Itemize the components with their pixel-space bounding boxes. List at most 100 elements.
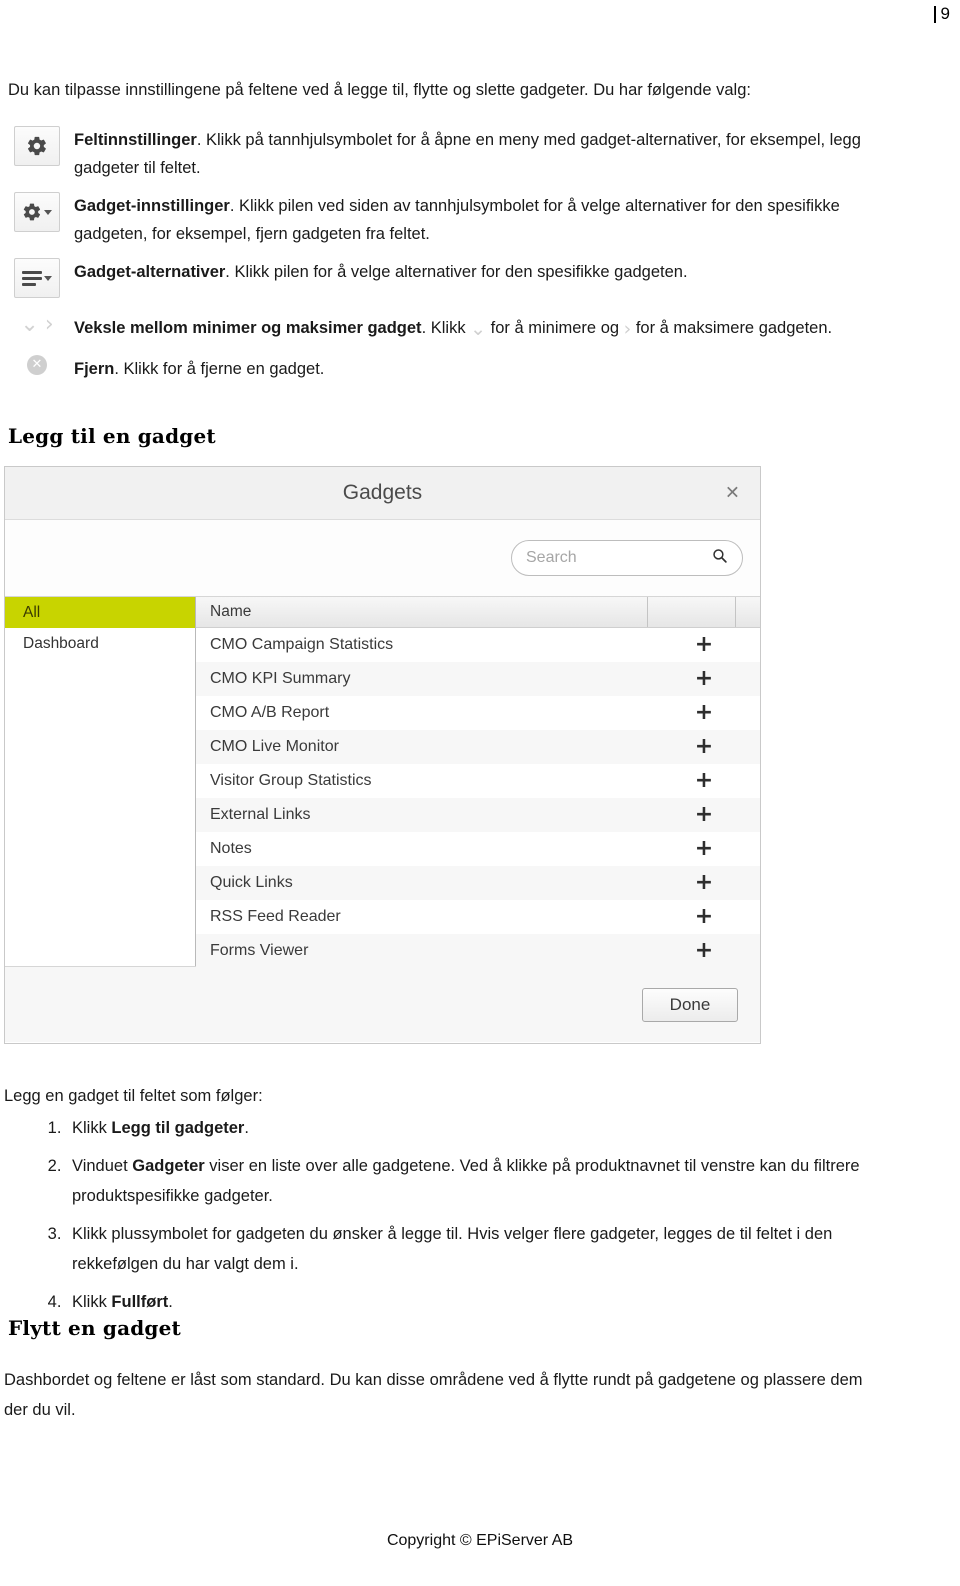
sidebar-item-all[interactable]: All <box>5 597 195 628</box>
list-lines-icon <box>22 270 42 286</box>
gadget-name: CMO KPI Summary <box>210 670 351 687</box>
field-settings-icon-cell <box>0 124 74 166</box>
gear-dropdown-icon[interactable] <box>14 192 60 232</box>
list-item-term: Gadget-innstillinger <box>74 197 230 215</box>
gadget-name: External Links <box>210 806 311 823</box>
chevron-down-icon[interactable] <box>44 209 52 215</box>
gadgets-dialog-screenshot: Gadgets ✕ Search All Dashboard Name CMO … <box>4 466 761 1044</box>
table-row[interactable]: CMO Campaign Statistics + <box>196 628 760 662</box>
chevron-down-icon[interactable] <box>44 275 52 281</box>
add-gadget-plus-icon[interactable]: + <box>648 668 760 690</box>
dialog-body: All Dashboard Name CMO Campaign Statisti… <box>5 596 760 968</box>
add-gadget-plus-icon[interactable]: + <box>648 872 760 894</box>
list-item-desc-pre: . Klikk <box>421 319 471 337</box>
options-list: Feltinnstillinger. Klikk på tannhjulsymb… <box>0 124 900 391</box>
remove-circle-icon[interactable]: ✕ <box>27 355 47 375</box>
add-gadget-plus-icon[interactable]: + <box>648 702 760 724</box>
remove-icon-cell: ✕ <box>0 353 74 375</box>
step-bold: Gadgeter <box>132 1157 205 1175</box>
step-post: . <box>168 1293 173 1311</box>
add-gadget-plus-icon[interactable]: + <box>648 906 760 928</box>
list-item-desc: . Klikk for å fjerne en gadget. <box>114 360 325 378</box>
toggle-minmax-text: Veksle mellom minimer og maksimer gadget… <box>74 312 832 343</box>
move-gadget-paragraph: Dashbordet og feltene er låst som standa… <box>4 1370 863 1419</box>
list-item: ✕ Fjern. Klikk for å fjerne en gadget. <box>0 353 900 383</box>
remove-text: Fjern. Klikk for å fjerne en gadget. <box>74 353 324 383</box>
list-item-term: Veksle mellom minimer og maksimer gadget <box>74 319 422 337</box>
gadget-name: Notes <box>210 840 252 857</box>
add-gadget-plus-icon[interactable]: + <box>648 736 760 758</box>
gadget-table: Name CMO Campaign Statistics + CMO KPI S… <box>196 597 760 968</box>
done-button[interactable]: Done <box>642 987 738 1022</box>
chevron-down-icon[interactable]: ⌄ <box>20 314 38 336</box>
page-number-rule <box>933 5 936 23</box>
list-item-desc: . Klikk pilen for å velge alternativer f… <box>225 263 688 281</box>
gadget-name: Forms Viewer <box>210 942 309 959</box>
list-item: Klikk plussymbolet for gadgeten du ønske… <box>66 1219 908 1279</box>
page-number: 9 <box>933 4 950 24</box>
intro-paragraph: Du kan tilpasse innstillingene på felten… <box>8 80 751 99</box>
search-input[interactable]: Search <box>511 540 743 576</box>
list-item-term: Fjern <box>74 360 115 378</box>
table-row[interactable]: Forms Viewer + <box>196 934 760 968</box>
search-icon[interactable] <box>711 547 728 569</box>
step-bold: Legg til gadgeter <box>111 1119 245 1137</box>
gadget-settings-text: Gadget-innstillinger. Klikk pilen ved si… <box>74 190 900 248</box>
gadget-name: Visitor Group Statistics <box>210 772 372 789</box>
gadget-options-text: Gadget-alternativer. Klikk pilen for å v… <box>74 256 688 286</box>
step-pre: Klikk <box>72 1119 112 1137</box>
list-item: Gadget-alternativer. Klikk pilen for å v… <box>0 256 900 298</box>
sidebar-item-dashboard[interactable]: Dashboard <box>5 628 195 659</box>
gadget-name: CMO Campaign Statistics <box>210 636 394 653</box>
inline-chevron-down-icon: ⌄ <box>470 318 487 340</box>
table-row[interactable]: CMO A/B Report + <box>196 696 760 730</box>
gadget-name: CMO Live Monitor <box>210 738 339 755</box>
toggle-icons-cell: ⌄ › <box>0 312 74 336</box>
steps-lead: Legg en gadget til feltet som følger: <box>4 1086 263 1105</box>
gadget-options-icon-cell <box>0 256 74 298</box>
table-row[interactable]: CMO KPI Summary + <box>196 662 760 696</box>
document-page: 9 Du kan tilpasse innstillingene på felt… <box>0 0 960 1586</box>
table-header: Name <box>196 597 760 628</box>
heading-add-gadget: Legg til en gadget <box>8 424 216 448</box>
table-row[interactable]: Quick Links + <box>196 866 760 900</box>
step-pre: Klikk <box>72 1293 112 1311</box>
list-item-term: Feltinnstillinger <box>74 131 197 149</box>
step-pre: Klikk plussymbolet for gadgeten du ønske… <box>72 1225 833 1273</box>
gear-icon[interactable] <box>14 126 60 166</box>
add-gadget-plus-icon[interactable]: + <box>648 838 760 860</box>
column-header-action <box>648 597 736 627</box>
list-dropdown-icon[interactable] <box>14 258 60 298</box>
table-row[interactable]: CMO Live Monitor + <box>196 730 760 764</box>
add-gadget-plus-icon[interactable]: + <box>648 770 760 792</box>
steps-list: Klikk Legg til gadgeter. Vinduet Gadgete… <box>38 1113 908 1325</box>
table-row[interactable]: Notes + <box>196 832 760 866</box>
list-item: Klikk Legg til gadgeter. <box>66 1113 908 1143</box>
column-header-pad <box>736 597 760 627</box>
list-item: ⌄ › Veksle mellom minimer og maksimer ga… <box>0 312 900 343</box>
close-icon[interactable]: ✕ <box>725 483 740 504</box>
list-item: Klikk Fullført. <box>66 1287 908 1317</box>
dialog-search-bar: Search <box>5 520 760 596</box>
add-gadget-plus-icon[interactable]: + <box>648 804 760 826</box>
gadget-name: CMO A/B Report <box>210 704 330 721</box>
table-row[interactable]: Visitor Group Statistics + <box>196 764 760 798</box>
gadget-name: Quick Links <box>210 874 293 891</box>
column-header-name: Name <box>196 597 648 627</box>
add-gadget-plus-icon[interactable]: + <box>648 634 760 656</box>
add-gadget-plus-icon[interactable]: + <box>648 940 760 962</box>
table-row[interactable]: External Links + <box>196 798 760 832</box>
field-settings-text: Feltinnstillinger. Klikk på tannhjulsymb… <box>74 124 900 182</box>
chevron-right-icon[interactable]: › <box>45 314 54 336</box>
gadget-settings-icon-cell <box>0 190 74 232</box>
list-item: Feltinnstillinger. Klikk på tannhjulsymb… <box>0 124 900 182</box>
table-row[interactable]: RSS Feed Reader + <box>196 900 760 934</box>
gadget-name: RSS Feed Reader <box>210 908 341 925</box>
category-sidebar: All Dashboard <box>5 597 196 966</box>
step-bold: Fullført <box>111 1293 169 1311</box>
list-item-term: Gadget-alternativer <box>74 263 226 281</box>
list-item: Gadget-innstillinger. Klikk pilen ved si… <box>0 190 900 248</box>
search-placeholder: Search <box>526 549 577 566</box>
dialog-footer: Done <box>5 966 760 1042</box>
dialog-titlebar: Gadgets ✕ <box>5 467 760 520</box>
